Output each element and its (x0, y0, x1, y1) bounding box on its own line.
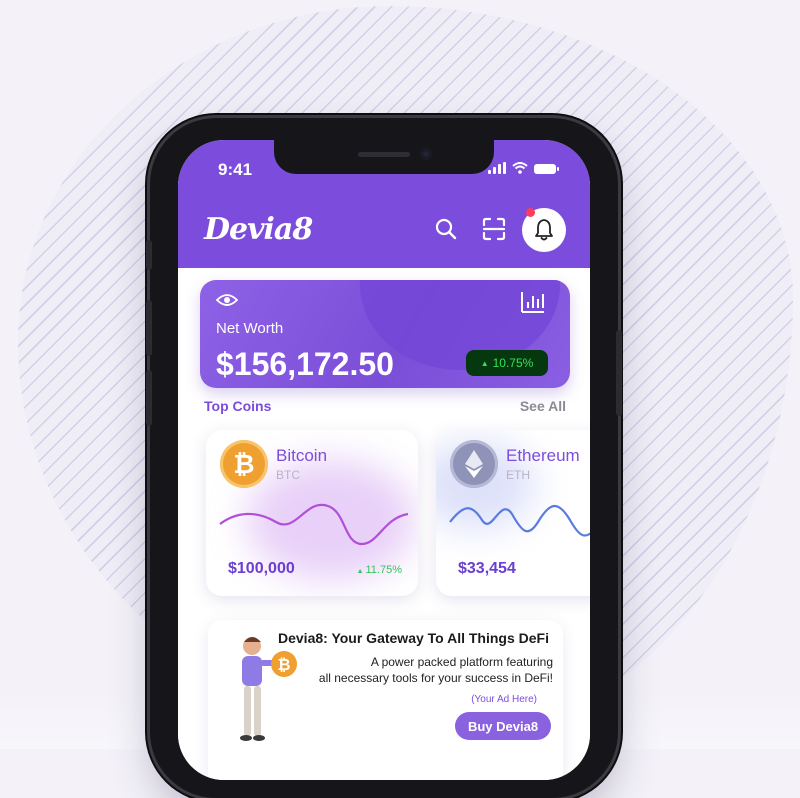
phone-notch (274, 140, 494, 174)
eye-icon[interactable] (216, 292, 238, 308)
net-worth-label: Net Worth (216, 320, 284, 337)
ad-description-line-1: A power packed platform featuring (370, 655, 553, 669)
coin-change-value: 11.75% (365, 564, 403, 576)
net-worth-change-badge: ▲ 10.75% (466, 350, 548, 376)
phone-power-button (616, 330, 622, 416)
ad-title: Devia8: Your Gateway To All Things DeFi (278, 630, 549, 646)
up-arrow-icon: ▲ (480, 358, 489, 368)
ad-banner[interactable]: ₿ Devia8: Your Gateway To All Things DeF… (208, 620, 563, 780)
coin-price: $100,000 (228, 560, 295, 577)
front-camera (420, 148, 432, 160)
coin-price: $33,454 (458, 560, 516, 577)
status-icons (488, 162, 559, 174)
ethereum-icon (450, 440, 498, 488)
buy-devia8-button[interactable]: Buy Devia8 (455, 712, 551, 740)
speaker-grille (358, 152, 410, 157)
bitcoin-sparkline (219, 503, 409, 546)
coin-name: Ethereum (506, 446, 580, 465)
coin-symbol: ETH (506, 468, 530, 482)
see-all-link[interactable]: See All (520, 398, 566, 414)
phone-volume-up-button (146, 300, 152, 356)
coin-name: Bitcoin (276, 446, 328, 465)
battery-icon (534, 164, 559, 174)
coin-card-bitcoin[interactable]: ₿ Bitcoin BTC $100,000 ▲ 11.75% (206, 430, 418, 596)
notification-badge (526, 208, 535, 217)
net-worth-card[interactable]: Net Worth $156,172.50 ▲ 10.75% (200, 280, 570, 388)
status-time: 9:41 (218, 160, 253, 179)
coin-card-ethereum[interactable]: Ethereum ETH $33,454 (436, 430, 590, 596)
app-logo: Devia8 (204, 212, 313, 247)
ethereum-diamond-icon (465, 450, 483, 478)
phone-screen: 9:41 Devia8 Net Worth $156,172.50 ▲ 10.7… (178, 140, 590, 780)
coin-symbol: BTC (276, 468, 300, 482)
net-worth-change: 10.75% (492, 356, 534, 370)
net-worth-amount: $156,172.50 (216, 346, 394, 382)
top-coins-heading: Top Coins (204, 398, 272, 414)
up-arrow-icon: ▲ (356, 568, 366, 575)
wifi-icon (512, 162, 528, 174)
ethereum-sparkline (449, 504, 590, 537)
search-icon[interactable] (432, 215, 460, 243)
phone-volume-down-button (146, 370, 152, 426)
phone-mute-button (146, 240, 152, 270)
person-illustration: ₿ (240, 637, 297, 741)
ad-note: (Your Ad Here) (471, 694, 537, 705)
svg-text:₿: ₿ (277, 655, 290, 674)
scan-icon[interactable] (480, 215, 508, 243)
coin-change: ▲ 11.75% (357, 564, 402, 576)
signal-icon (488, 162, 506, 174)
bell-icon (535, 219, 553, 241)
bar-chart-icon[interactable] (520, 290, 546, 314)
ad-description-line-2: all necessary tools for your success in … (318, 671, 553, 685)
bitcoin-icon: ₿ (220, 440, 268, 488)
